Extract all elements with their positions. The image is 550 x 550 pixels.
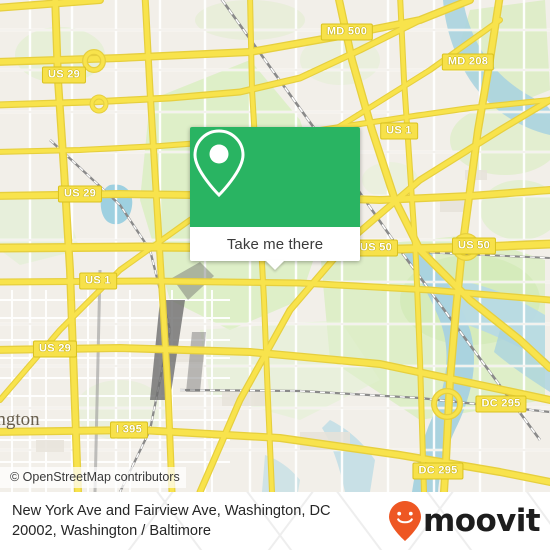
moovit-logo[interactable]: moovit [388,500,541,542]
osm-attribution[interactable]: © OpenStreetMap contributors [0,467,186,488]
road-shield: US 50 [353,239,399,257]
road-shield: MD 208 [441,53,495,71]
moovit-pin-smile-icon [389,501,422,541]
callout-icon-area [190,127,360,227]
road-shield: US 1 [380,122,418,140]
address-block: New York Ave and Fairview Ave, Washingto… [12,501,331,541]
road-shield: US 29 [32,340,78,358]
map-canvas[interactable]: ngton MD 500 MD 208 US 29 US 1 US 29 US 50 US … [0,0,550,492]
road-shield: I 395 [110,421,148,439]
road-shield: MD 500 [320,23,374,41]
location-callout-card[interactable]: Take me there [190,127,360,270]
road-shield: US 50 [451,237,497,255]
place-label-washington: ngton [0,409,40,430]
callout-pointer [265,260,285,270]
footer-bar: New York Ave and Fairview Ave, Washingto… [0,492,550,550]
road-shield: DC 295 [412,462,464,480]
map-pin-icon [193,129,245,198]
road-shield: DC 295 [475,395,527,413]
address-line-2: 20002, Washington / Baltimore [12,523,212,539]
callout-action-bar[interactable]: Take me there [190,227,360,270]
address-line-1: New York Ave and Fairview Ave, Washingto… [12,503,331,519]
road-shield: US 29 [57,185,103,203]
take-me-there-label: Take me there [226,235,324,253]
road-shield: US 1 [79,272,117,290]
screenshot-root: ngton MD 500 MD 208 US 29 US 1 US 29 US 50 US … [0,0,550,550]
moovit-wordmark: moovit [423,502,541,539]
road-shield: US 29 [41,66,87,84]
